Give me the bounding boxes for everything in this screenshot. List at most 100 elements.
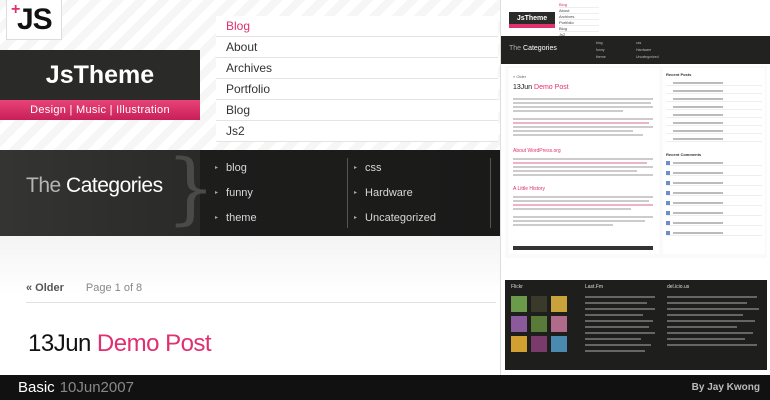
- text-line: [513, 130, 633, 132]
- thumbnail-categories-heading: The Categories: [509, 45, 557, 52]
- category-link-hardware[interactable]: ▸ Hardware: [354, 181, 436, 206]
- avatar-icon: [666, 171, 670, 175]
- column-divider: [490, 158, 491, 228]
- text-line: [667, 344, 757, 346]
- nav-item-portfolio[interactable]: Portfolio: [216, 79, 498, 100]
- thumbnail-sidebar-heading: Recent Posts: [666, 72, 692, 77]
- sidebar-row: [666, 160, 762, 166]
- thumbnail-footer-heading: Flickr: [511, 284, 523, 290]
- text-line: [673, 138, 723, 140]
- thumbnail-category-item: blog: [596, 41, 603, 45]
- category-column: ▸ blog ▸ funny ▸ theme: [215, 156, 257, 231]
- flickr-photo: [531, 296, 547, 312]
- thumbnail-category-item: Uncategorized: [636, 55, 659, 59]
- post-title-link[interactable]: Demo Post: [97, 330, 212, 357]
- text-line: [513, 170, 637, 172]
- text-line: [673, 182, 723, 184]
- text-line: [585, 296, 655, 298]
- text-line: [667, 308, 759, 310]
- sidebar-row: [666, 220, 762, 226]
- category-label: theme: [226, 212, 257, 224]
- text-line: [513, 106, 653, 108]
- text-line: [513, 126, 653, 128]
- thumbnail-body: « Older 13Jun Demo Post About WordPress.…: [505, 66, 767, 258]
- thumbnail-site-title: JsTheme: [509, 12, 555, 24]
- older-link[interactable]: « Older: [26, 282, 64, 294]
- thumbnail-post-date: 13Jun: [513, 84, 533, 91]
- text-line: [673, 130, 723, 132]
- text-line: [585, 344, 651, 346]
- text-line: [513, 208, 631, 210]
- flickr-photo: [551, 336, 567, 352]
- avatar-icon: [666, 211, 670, 215]
- text-line: [673, 222, 723, 224]
- text-line: [673, 106, 723, 108]
- text-line: [513, 196, 653, 198]
- category-label: Uncategorized: [365, 212, 436, 224]
- bullet-icon: ▸: [354, 165, 358, 171]
- category-link-theme[interactable]: ▸ theme: [215, 206, 257, 231]
- text-line: [667, 332, 753, 334]
- avatar-icon: [666, 201, 670, 205]
- nav-item-js2[interactable]: Js2: [216, 121, 498, 142]
- category-link-blog[interactable]: ▸ blog: [215, 156, 257, 181]
- text-line: [513, 220, 645, 222]
- avatar-icon: [666, 161, 670, 165]
- text-line: [667, 326, 737, 328]
- category-link-funny[interactable]: ▸ funny: [215, 181, 257, 206]
- thumbnail-tagline-bar: [509, 24, 555, 28]
- sidebar-row: [666, 120, 762, 126]
- nav-item-blog-2[interactable]: Blog: [216, 100, 498, 121]
- post-date: 13Jun: [28, 330, 91, 357]
- category-link-css[interactable]: ▸ css: [354, 156, 436, 181]
- text-line: [673, 122, 723, 124]
- avatar-icon: [666, 221, 670, 225]
- text-line: [513, 122, 649, 124]
- sidebar-row: [666, 200, 762, 206]
- bullet-icon: ▸: [215, 190, 219, 196]
- nav-item-blog[interactable]: Blog: [216, 16, 498, 37]
- categories-heading-light: The: [26, 174, 61, 197]
- text-line: [585, 326, 649, 328]
- avatar-icon: [666, 191, 670, 195]
- text-line: [513, 224, 613, 226]
- thumbnail-subheading: A Little History: [513, 186, 545, 192]
- bullet-icon: ▸: [215, 215, 219, 221]
- text-line: [673, 82, 723, 84]
- text-line: [673, 162, 723, 164]
- text-line: [667, 296, 757, 298]
- thumbnail-sidebar-heading: Recent Comments: [666, 152, 702, 157]
- text-line: [673, 202, 723, 204]
- page-info: Page 1 of 8: [85, 282, 143, 294]
- category-label: blog: [226, 162, 247, 174]
- category-link-uncategorized[interactable]: ▸ Uncategorized: [354, 206, 436, 231]
- bullet-icon: ▸: [354, 190, 358, 196]
- thumbnail-category-item: theme: [596, 55, 606, 59]
- post-header: 13Jun Demo Post: [28, 330, 212, 358]
- nav-item-about[interactable]: About: [216, 37, 498, 58]
- categories-heading-bold: Categories: [66, 174, 163, 197]
- category-label: css: [365, 162, 382, 174]
- text-line: [513, 174, 653, 176]
- footer-theme-name: Basic: [18, 379, 55, 396]
- site-title[interactable]: JsTheme: [0, 50, 200, 100]
- text-line: [585, 308, 655, 310]
- thumbnail-footer: Flickr Last.Fm del.icio.us: [505, 280, 767, 370]
- thumbnail-footer-column: Flickr: [511, 284, 523, 290]
- footer-theme-info: Basic 10Jun2007: [18, 379, 134, 396]
- site-tagline: Design | Music | Illustration: [0, 100, 200, 120]
- footer-author: By Jay Kwong: [691, 382, 760, 393]
- site-logo[interactable]: + JS: [6, 0, 62, 40]
- thumbnail-sidebar: Recent Posts Recent Comments: [663, 68, 765, 254]
- nav-item-archives[interactable]: Archives: [216, 58, 498, 79]
- thumbnail-subheading: About WordPress.org: [513, 148, 561, 154]
- text-line: [585, 320, 653, 322]
- main-nav: Blog About Archives Portfolio Blog Js2: [216, 16, 498, 142]
- text-line: [585, 338, 641, 340]
- sidebar-row: [666, 80, 762, 86]
- bullet-icon: ▸: [354, 215, 358, 221]
- text-line: [585, 302, 647, 304]
- flickr-photo: [531, 316, 547, 332]
- categories-heading: The Categories: [26, 174, 163, 198]
- text-line: [513, 162, 647, 164]
